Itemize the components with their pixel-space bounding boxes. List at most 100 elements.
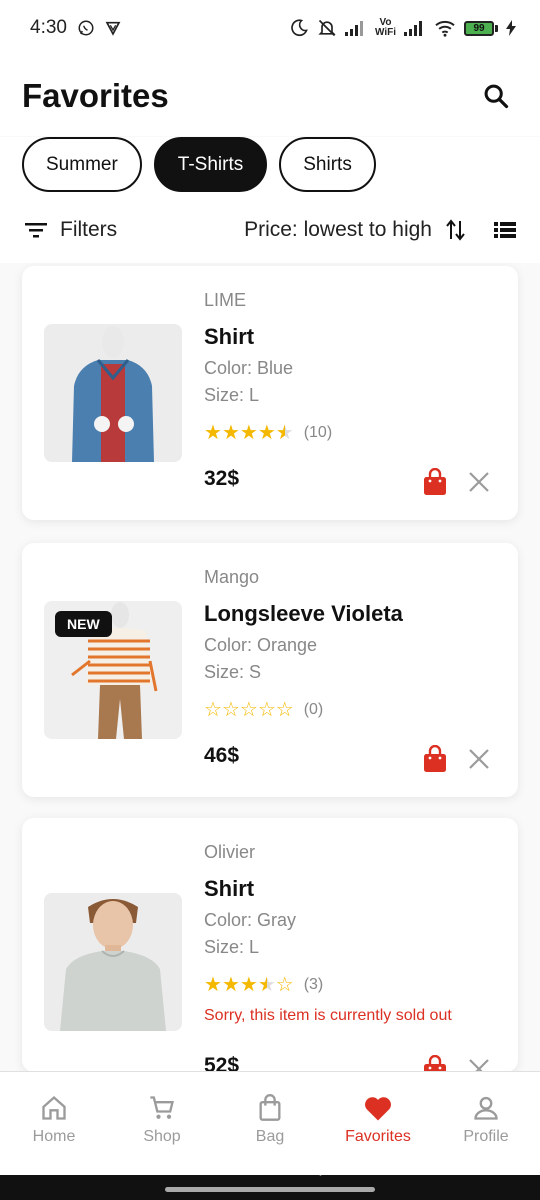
star-empty-icon: ☆ [239, 698, 258, 721]
product-info: Mango Longsleeve Violeta Color: Orange S… [204, 567, 502, 722]
remove-button[interactable] [466, 746, 492, 772]
status-bar: 4:30 Vo WiFi 99 [0, 0, 540, 56]
nav-profile[interactable]: Profile [441, 1094, 531, 1175]
watermark: nafezly.com [290, 1164, 348, 1176]
star-full-icon: ★ [257, 421, 276, 444]
product-rating: ★★★★★ (10) [204, 421, 502, 445]
star-half-icon: ★ [257, 973, 276, 996]
star-half-icon: ★ [275, 421, 294, 444]
status-time: 4:30 [30, 17, 67, 38]
product-name: Shirt [204, 876, 255, 901]
sort-label: Price: lowest to high [244, 218, 432, 241]
chip-shirts[interactable]: Shirts [279, 137, 376, 192]
product-card[interactable]: Olivier Shirt Color: Gray Size: L ★★★★☆ … [22, 818, 518, 1082]
charging-icon [506, 20, 516, 36]
vowifi-bottom: WiFi [374, 27, 396, 38]
product-info: LIME Shirt Color: Blue Size: L ★★★★★ (10… [204, 290, 502, 445]
sold-out-notice: Sorry, this item is currently sold out [204, 1007, 452, 1024]
star-full-icon: ★ [221, 973, 240, 996]
star-empty-icon: ☆ [221, 698, 240, 721]
battery-icon: 99 [464, 20, 498, 36]
profile-icon [474, 1096, 498, 1120]
product-color: Color: Gray [204, 910, 297, 930]
product-name: Longsleeve Violeta [204, 601, 403, 626]
add-to-bag-button[interactable] [422, 467, 448, 497]
product-rating: ☆☆☆☆☆ (0) [204, 698, 502, 722]
bell-off-icon [317, 18, 337, 38]
product-image [44, 893, 182, 1031]
bottom-navigation: Home Shop Bag Favorites Profile [0, 1071, 540, 1175]
product-size: Size: S [204, 662, 262, 682]
nav-label: Favorites [345, 1128, 411, 1145]
product-card[interactable]: NEW Mango Longsleeve Violeta Color: Oran… [22, 543, 518, 797]
cart-icon [150, 1096, 174, 1119]
nav-label: Profile [463, 1128, 509, 1145]
product-brand: Olivier [204, 842, 256, 862]
search-button[interactable] [476, 76, 516, 116]
star-empty-icon: ☆ [275, 698, 294, 721]
category-chips: Summer T-Shirts Shirts [0, 137, 540, 197]
nav-label: Home [32, 1128, 76, 1145]
product-price: 32$ [204, 467, 240, 490]
star-empty-icon: ☆ [275, 973, 294, 996]
product-color: Color: Blue [204, 358, 294, 378]
home-indicator[interactable] [165, 1187, 375, 1192]
page-title: Favorites [22, 77, 169, 114]
star-full-icon: ★ [204, 421, 222, 444]
star-full-icon: ★ [204, 973, 222, 996]
nav-label: Shop [143, 1128, 181, 1145]
nav-bag[interactable]: Bag [225, 1094, 315, 1175]
nav-shop[interactable]: Shop [117, 1094, 207, 1175]
filters-label: Filters [60, 218, 118, 241]
star-full-icon: ★ [221, 421, 240, 444]
heart-icon [365, 1097, 391, 1121]
filters-button[interactable]: Filters [24, 218, 117, 242]
vowifi-icon: Vo WiFi [375, 18, 396, 38]
rating-stars: ☆☆☆☆☆ [204, 700, 294, 721]
search-icon [484, 84, 509, 109]
product-size: Size: L [204, 937, 260, 957]
home-icon [42, 1095, 66, 1120]
view-toggle-button[interactable] [494, 221, 516, 239]
remove-button[interactable] [466, 469, 492, 495]
signal-icon [344, 20, 367, 36]
close-icon [469, 472, 489, 492]
sort-arrows-icon [446, 219, 465, 241]
star-empty-icon: ☆ [204, 698, 222, 721]
chip-summer[interactable]: Summer [22, 137, 142, 192]
product-card[interactable]: LIME Shirt Color: Blue Size: L ★★★★★ (10… [22, 266, 518, 520]
rating-count: (10) [303, 424, 333, 441]
filter-sort-toolbar: Filters Price: lowest to high [0, 197, 540, 263]
add-to-bag-button[interactable] [422, 744, 448, 774]
nav-label: Bag [255, 1128, 285, 1145]
bag-icon [259, 1094, 281, 1121]
star-full-icon: ★ [239, 973, 258, 996]
product-color: Color: Orange [204, 635, 318, 655]
nav-home[interactable]: Home [9, 1094, 99, 1175]
filter-icon [25, 223, 47, 238]
list-view-icon [494, 222, 516, 238]
rating-stars: ★★★★★ [204, 423, 294, 444]
whatsapp-icon [77, 19, 95, 37]
star-full-icon: ★ [239, 421, 258, 444]
signal-icon-2 [404, 20, 426, 36]
product-size: Size: L [204, 385, 260, 405]
product-brand: LIME [204, 290, 247, 310]
chip-label: Shirts [303, 153, 352, 175]
product-price: 46$ [204, 744, 240, 767]
product-info: Olivier Shirt Color: Gray Size: L ★★★★☆ … [204, 842, 502, 1029]
app-header: Favorites [0, 56, 540, 136]
chip-label: Summer [46, 153, 118, 175]
battery-level: 99 [464, 20, 494, 36]
close-icon [469, 749, 489, 769]
nav-favorites[interactable]: Favorites [333, 1094, 423, 1175]
rating-stars: ★★★★☆ [204, 975, 294, 996]
star-empty-icon: ☆ [257, 698, 276, 721]
chip-label: T-Shirts [177, 153, 244, 175]
sort-button[interactable]: Price: lowest to high [244, 218, 466, 242]
shopping-bag-icon [424, 745, 446, 772]
product-rating: ★★★★☆ (3) [204, 973, 502, 997]
chip-tshirts[interactable]: T-Shirts [153, 137, 268, 192]
rating-count: (3) [303, 976, 324, 993]
wifi-icon [434, 19, 456, 37]
